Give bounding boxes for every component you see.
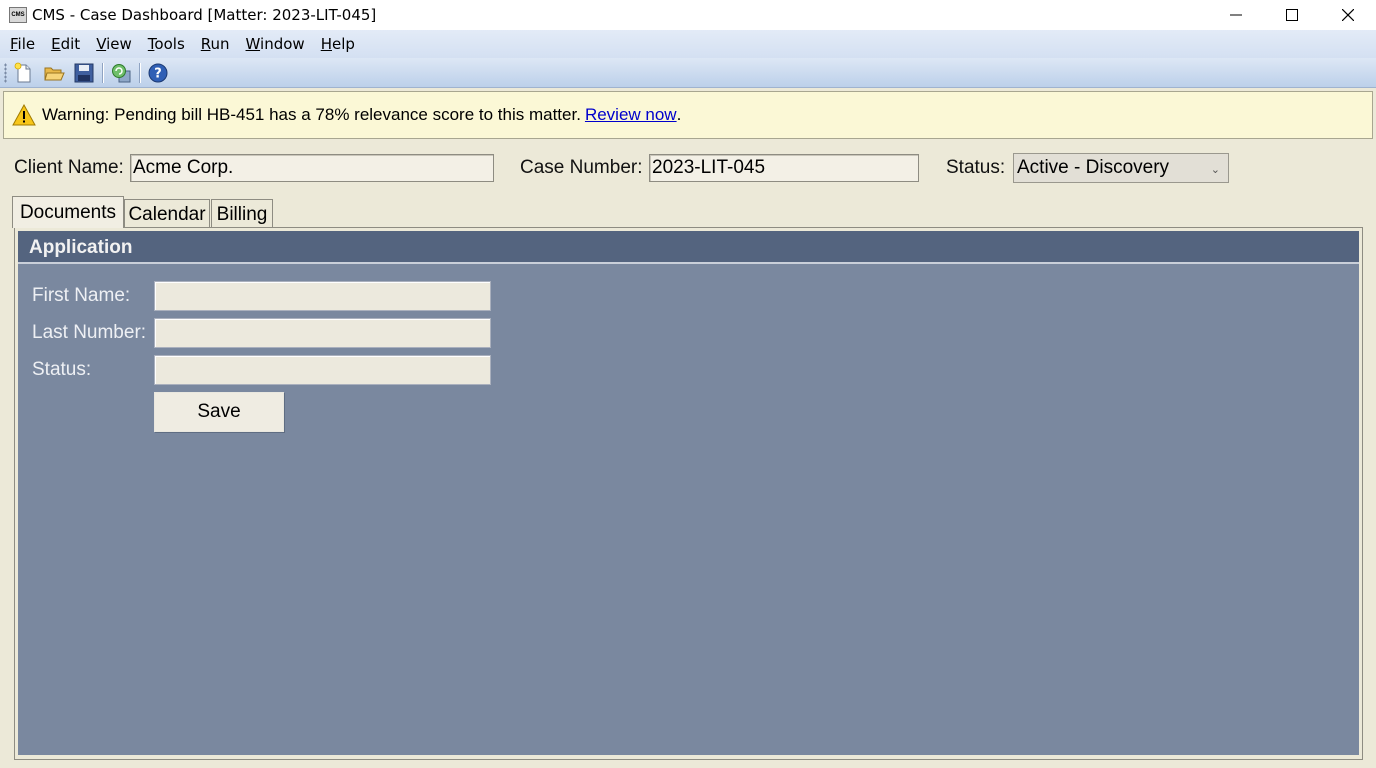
close-icon (1342, 9, 1354, 21)
maximize-icon (1286, 9, 1298, 21)
help-icon: ? (148, 63, 168, 82)
last-number-label: Last Number: (32, 322, 147, 343)
form-status-input[interactable] (154, 355, 491, 385)
menu-bar: File Edit View Tools Run Window Help (0, 30, 1376, 58)
toolbar-grip[interactable] (4, 62, 7, 83)
warning-banner: Warning: Pending bill HB-451 has a 78% r… (3, 91, 1373, 139)
menu-run[interactable]: Run (193, 30, 238, 58)
panel-header: Application (18, 231, 1359, 264)
toolbar-separator (102, 62, 103, 83)
menu-window[interactable]: Window (238, 30, 313, 58)
maximize-button[interactable] (1264, 0, 1320, 30)
refresh-button[interactable] (108, 60, 134, 86)
status-label: Status: (946, 157, 1006, 178)
title-bar: CMS CMS - Case Dashboard [Matter: 2023-L… (0, 0, 1376, 30)
app-icon: CMS (9, 7, 27, 23)
save-toolbar-button[interactable] (71, 60, 97, 86)
menu-file[interactable]: File (2, 30, 43, 58)
minimize-button[interactable] (1208, 0, 1264, 30)
save-button[interactable]: Save (154, 392, 284, 432)
menu-help[interactable]: Help (313, 30, 363, 58)
status-select[interactable]: Active - Discovery ⌄ (1013, 153, 1229, 183)
tab-billing[interactable]: Billing (211, 199, 273, 227)
save-icon (74, 63, 94, 82)
help-button[interactable]: ? (145, 60, 171, 86)
menu-edit[interactable]: Edit (43, 30, 88, 58)
warning-text: Warning: Pending bill HB-451 has a 78% r… (42, 105, 581, 124)
svg-text:?: ? (154, 66, 162, 81)
tab-documents[interactable]: Documents (12, 196, 124, 228)
review-now-link[interactable]: Review now (585, 105, 677, 125)
chevron-down-icon: ⌄ (1210, 164, 1220, 176)
open-folder-button[interactable] (41, 60, 67, 86)
new-document-icon (14, 62, 31, 82)
application-panel: Application First Name: Last Number: Sta… (18, 231, 1359, 755)
form-status-label: Status: (32, 359, 92, 380)
warning-icon (12, 104, 36, 126)
tab-calendar[interactable]: Calendar (124, 199, 210, 227)
toolbar-separator-2 (139, 62, 140, 83)
minimize-icon (1230, 14, 1242, 16)
case-number-field[interactable]: 2023-LIT-045 (649, 154, 919, 182)
menu-tools[interactable]: Tools (140, 30, 193, 58)
last-number-input[interactable] (154, 318, 491, 348)
window-title: CMS - Case Dashboard [Matter: 2023-LIT-0… (32, 6, 377, 24)
warning-suffix: . (676, 105, 682, 124)
toolbar: ? (0, 58, 1376, 88)
status-select-value: Active - Discovery (1017, 157, 1170, 178)
menu-view[interactable]: View (88, 30, 140, 58)
first-name-label: First Name: (32, 285, 131, 306)
panel-title: Application (29, 237, 133, 258)
window-controls (1208, 0, 1376, 30)
new-document-button[interactable] (11, 60, 37, 86)
client-name-label: Client Name: (14, 157, 124, 178)
close-button[interactable] (1320, 0, 1376, 30)
open-folder-icon (44, 67, 65, 80)
first-name-input[interactable] (154, 281, 491, 311)
case-number-label: Case Number: (520, 157, 643, 178)
refresh-icon (112, 63, 131, 82)
client-name-field[interactable]: Acme Corp. (130, 154, 494, 182)
